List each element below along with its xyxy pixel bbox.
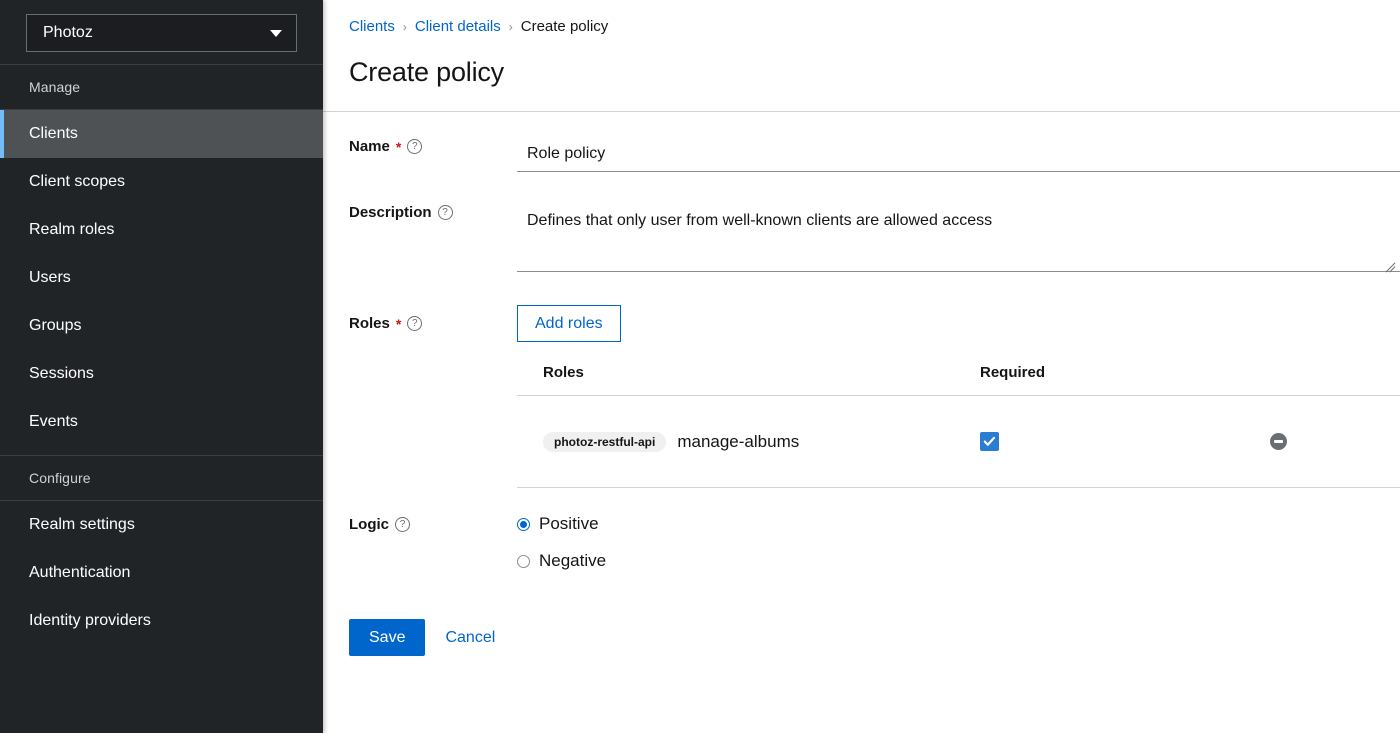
- form-action-bar: Save Cancel: [323, 619, 1400, 657]
- breadcrumb: Clients › Client details › Create policy: [349, 18, 1400, 35]
- role-cell: photoz-restful-api manage-albums: [517, 431, 980, 452]
- sidebar-item-label: Sessions: [29, 365, 94, 382]
- sidebar-nav-configure: Realm settings Authentication Identity p…: [0, 501, 323, 645]
- realm-selector-value: Photoz: [43, 24, 93, 41]
- sidebar-item-sessions[interactable]: Sessions: [0, 350, 323, 398]
- description-textarea[interactable]: Defines that only user from well-known c…: [517, 202, 1400, 272]
- logic-option-label: Negative: [539, 551, 607, 571]
- required-checkbox[interactable]: [980, 432, 999, 452]
- save-button[interactable]: Save: [349, 619, 426, 657]
- minus-bar: [1274, 440, 1283, 443]
- form-row-name: Name * ?: [323, 136, 1400, 172]
- main-content: Clients › Client details › Create policy…: [323, 0, 1400, 733]
- required-marker-icon: *: [395, 138, 402, 155]
- minus-circle-icon[interactable]: [1270, 433, 1287, 451]
- sidebar-item-users[interactable]: Users: [0, 254, 323, 302]
- sidebar-item-authentication[interactable]: Authentication: [0, 549, 323, 597]
- sidebar-item-identity-providers[interactable]: Identity providers: [0, 597, 323, 645]
- roles-label-group: Roles * ?: [323, 305, 517, 334]
- required-cell: [980, 432, 1270, 452]
- sidebar-section-configure-title: Configure: [29, 470, 91, 486]
- name-label: Name: [349, 138, 390, 155]
- roles-control: Add roles Roles Required photoz-restful-…: [517, 305, 1400, 489]
- roles-label: Roles: [349, 315, 390, 332]
- sidebar-item-realm-settings[interactable]: Realm settings: [0, 501, 323, 549]
- breadcrumb-separator-icon: ›: [402, 19, 407, 34]
- description-textarea-wrap: Defines that only user from well-known c…: [517, 202, 1400, 277]
- sidebar-item-client-scopes[interactable]: Client scopes: [0, 158, 323, 206]
- sidebar: Photoz Manage Clients Client scopes Real…: [0, 0, 323, 733]
- sidebar-item-label: Realm settings: [29, 516, 135, 533]
- create-policy-form: Name * ? Description ? Defines that only…: [323, 112, 1400, 657]
- name-control: [517, 136, 1400, 172]
- actions-cell: [1270, 433, 1400, 451]
- sidebar-item-label: Identity providers: [29, 612, 151, 629]
- breadcrumb-item-create-policy: Create policy: [520, 18, 609, 35]
- sidebar-item-label: Users: [29, 269, 71, 286]
- sidebar-item-label: Groups: [29, 317, 82, 334]
- sidebar-item-realm-roles[interactable]: Realm roles: [0, 206, 323, 254]
- logic-option-label: Positive: [539, 514, 599, 534]
- description-control: Defines that only user from well-known c…: [517, 202, 1400, 277]
- table-row: photoz-restful-api manage-albums: [517, 396, 1400, 489]
- sidebar-item-events[interactable]: Events: [0, 398, 323, 446]
- sidebar-item-label: Clients: [29, 125, 78, 142]
- logic-option-positive[interactable]: Positive: [517, 514, 1400, 534]
- sidebar-item-clients[interactable]: Clients: [0, 110, 323, 158]
- roles-table-header: Roles Required: [517, 364, 1400, 397]
- sidebar-item-label: Authentication: [29, 564, 131, 581]
- radio-selected-icon: [517, 517, 530, 531]
- sidebar-item-label: Realm roles: [29, 221, 115, 238]
- role-name-label: manage-albums: [677, 431, 800, 451]
- role-client-badge: photoz-restful-api: [543, 431, 667, 452]
- name-input[interactable]: [517, 136, 1400, 172]
- breadcrumb-separator-icon: ›: [508, 19, 513, 34]
- page-header: Clients › Client details › Create policy…: [323, 0, 1400, 88]
- description-label: Description: [349, 204, 432, 221]
- name-label-group: Name * ?: [323, 136, 517, 157]
- add-roles-button[interactable]: Add roles: [517, 305, 621, 343]
- logic-control: Positive Negative: [517, 514, 1400, 571]
- form-row-logic: Logic ? Positive Negative: [323, 514, 1400, 571]
- check-icon: [983, 436, 996, 446]
- logic-radio-group: Positive Negative: [517, 514, 1400, 571]
- roles-table: Roles Required photoz-restful-api manage…: [517, 364, 1400, 489]
- form-row-roles: Roles * ? Add roles Roles Required photo…: [323, 305, 1400, 489]
- radio-dot: [520, 520, 527, 528]
- column-header-roles: Roles: [543, 364, 584, 382]
- sidebar-section-manage-title: Manage: [29, 79, 81, 95]
- description-label-group: Description ?: [323, 202, 517, 223]
- breadcrumb-item-client-details[interactable]: Client details: [415, 18, 501, 35]
- sidebar-item-label: Client scopes: [29, 173, 126, 190]
- sidebar-nav-manage: Clients Client scopes Realm roles Users …: [0, 110, 323, 446]
- question-circle-icon[interactable]: ?: [407, 139, 423, 154]
- form-row-description: Description ? Defines that only user fro…: [323, 202, 1400, 277]
- logic-label: Logic: [349, 516, 389, 534]
- radio-unselected-icon: [517, 554, 530, 568]
- question-circle-icon[interactable]: ?: [407, 316, 423, 331]
- logic-label-group: Logic ?: [323, 514, 517, 535]
- breadcrumb-item-clients[interactable]: Clients: [349, 18, 395, 35]
- column-header-required: Required: [980, 364, 1046, 382]
- logic-option-negative[interactable]: Negative: [517, 551, 1400, 571]
- app-root: Photoz Manage Clients Client scopes Real…: [0, 0, 1400, 733]
- realm-selector-container: Photoz: [0, 0, 323, 64]
- cancel-button[interactable]: Cancel: [433, 619, 507, 656]
- chevron-down-icon: [270, 29, 282, 37]
- required-marker-icon: *: [395, 315, 402, 332]
- question-circle-icon[interactable]: ?: [437, 205, 453, 220]
- realm-selector[interactable]: Photoz: [26, 14, 297, 52]
- sidebar-item-groups[interactable]: Groups: [0, 302, 323, 350]
- question-circle-icon[interactable]: ?: [395, 517, 410, 533]
- sidebar-item-label: Events: [29, 413, 78, 430]
- page-title: Create policy: [349, 57, 504, 87]
